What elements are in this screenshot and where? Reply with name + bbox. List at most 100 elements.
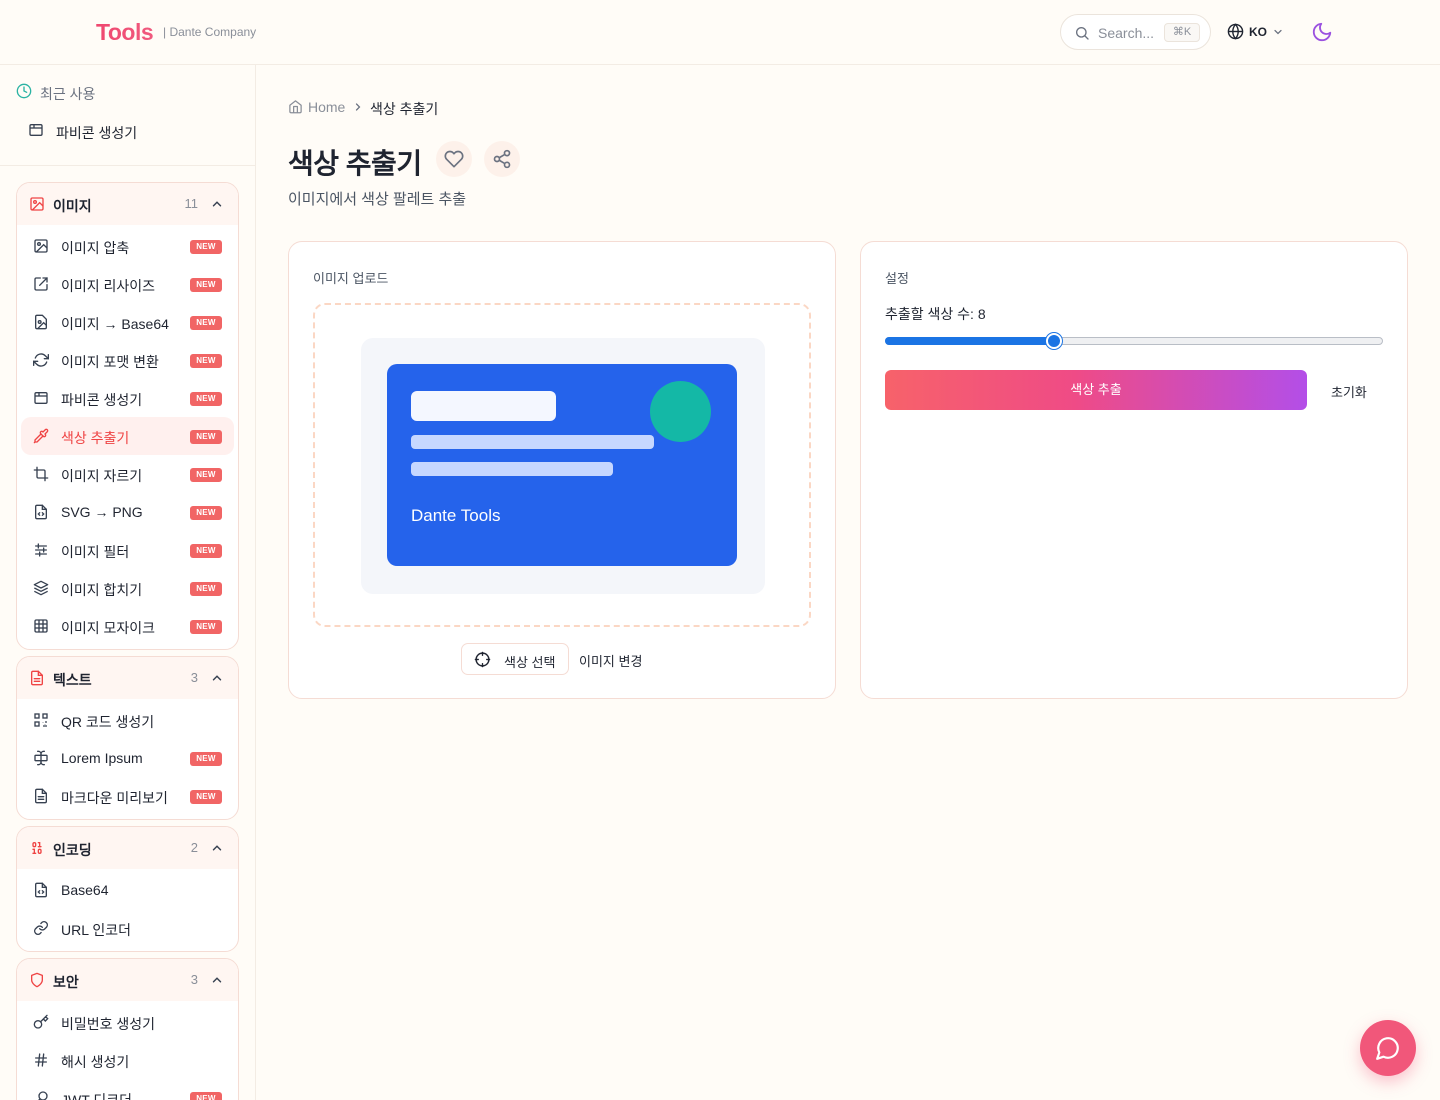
sidebar-item-qr-code[interactable]: QR 코드 생성기 bbox=[21, 701, 234, 739]
reset-button[interactable]: 초기화 bbox=[1331, 382, 1367, 401]
group-count: 3 bbox=[190, 972, 198, 987]
settings-card-title: 설정 bbox=[885, 271, 909, 286]
sidebar-item-lorem-ipsum[interactable]: Lorem Ipsum NEW bbox=[21, 739, 234, 777]
sidebar-item-image-resize[interactable]: 이미지 리사이즈 NEW bbox=[21, 265, 234, 303]
sidebar-group-image: 이미지 11 이미지 압축 NEW 이미지 리사이즈 NEW 이미지 → Bas… bbox=[16, 182, 239, 650]
sidebar-item-base64[interactable]: Base64 bbox=[21, 871, 234, 909]
shield-icon bbox=[31, 972, 43, 988]
home-icon[interactable] bbox=[288, 99, 303, 114]
sidebar-item-image-filter[interactable]: 이미지 필터 NEW bbox=[21, 531, 234, 569]
group-header-image[interactable]: 이미지 11 bbox=[17, 183, 238, 225]
chat-button[interactable] bbox=[1360, 1020, 1416, 1076]
sidebar-divider bbox=[0, 165, 255, 166]
pick-color-label: 색상 선택 bbox=[504, 655, 556, 670]
sidebar-item-label: 파비콘 생성기 bbox=[61, 392, 143, 408]
sidebar-item-image-compress[interactable]: 이미지 압축 NEW bbox=[21, 227, 234, 265]
sidebar-item-label: 비밀번호 생성기 bbox=[61, 1016, 156, 1032]
top-header: Tools | Dante Company Search... ⌘K KO bbox=[0, 0, 1440, 65]
sidebar-item-label: 이미지 리사이즈 bbox=[61, 278, 156, 294]
chevron-up-icon bbox=[212, 201, 222, 207]
new-badge: NEW bbox=[190, 240, 222, 254]
sidebar-item-favicon[interactable]: 파비콘 생성기 NEW bbox=[21, 379, 234, 417]
chevron-right-icon bbox=[355, 103, 361, 111]
heart-icon bbox=[444, 150, 464, 168]
sidebar-item-label: 해시 생성기 bbox=[61, 1054, 130, 1070]
new-badge: NEW bbox=[190, 354, 222, 368]
message-circle-icon bbox=[1376, 1037, 1399, 1060]
search-placeholder: Search... bbox=[1098, 25, 1155, 41]
color-count-slider[interactable] bbox=[885, 333, 1383, 349]
sidebar: 최근 사용 파비콘 생성기 이미지 11 이미지 압축 NEW 이미지 리사이즈… bbox=[0, 65, 256, 1100]
file-code-icon bbox=[35, 882, 47, 898]
group-name: 텍스트 bbox=[53, 672, 92, 688]
image-preview: Dante Tools bbox=[361, 338, 765, 594]
sidebar-item-image-base64[interactable]: 이미지 → Base64 NEW bbox=[21, 303, 234, 341]
new-badge: NEW bbox=[190, 582, 222, 596]
group-count: 2 bbox=[190, 840, 198, 855]
slider-thumb[interactable] bbox=[1045, 333, 1062, 349]
share-button[interactable] bbox=[484, 141, 520, 177]
crosshair-icon bbox=[474, 651, 491, 668]
hash-icon bbox=[35, 1053, 47, 1067]
share-icon bbox=[493, 149, 511, 169]
sidebar-item-label: 마크다운 미리보기 bbox=[61, 790, 168, 806]
sidebar-item-svg-png[interactable]: SVG → PNG NEW bbox=[21, 493, 234, 531]
recent-label: 최근 사용 bbox=[40, 86, 96, 102]
image-compress-icon bbox=[34, 239, 48, 253]
recent-item-label: 파비콘 생성기 bbox=[56, 125, 138, 141]
change-image-button[interactable]: 이미지 변경 bbox=[579, 651, 642, 670]
upload-card-title: 이미지 업로드 bbox=[313, 271, 389, 286]
sidebar-item-label: 이미지 모자이크 bbox=[61, 620, 156, 636]
new-badge: NEW bbox=[190, 468, 222, 482]
sidebar-item-color-extractor[interactable]: 색상 추출기 NEW bbox=[21, 417, 234, 455]
new-badge: NEW bbox=[190, 506, 222, 520]
qr-code-icon bbox=[34, 713, 48, 727]
sidebar-item-label: 색상 추출기 bbox=[61, 430, 130, 446]
sidebar-item-markdown-preview[interactable]: 마크다운 미리보기 NEW bbox=[21, 777, 234, 815]
sidebar-item-label: 이미지 포맷 변환 bbox=[61, 354, 159, 370]
sidebar-item-label: 이미지 합치기 bbox=[61, 582, 143, 598]
new-badge: NEW bbox=[190, 752, 222, 766]
moon-icon[interactable] bbox=[1311, 21, 1333, 43]
sidebar-item-image-merge[interactable]: 이미지 합치기 NEW bbox=[21, 569, 234, 607]
new-badge: NEW bbox=[190, 544, 222, 558]
sidebar-item-label: 이미지 → Base64 bbox=[61, 316, 169, 332]
sidebar-item-label: QR 코드 생성기 bbox=[61, 714, 155, 730]
settings-card: 설정 추출할 색상 수: 8 색상 추출 초기화 bbox=[860, 241, 1408, 699]
page-title: 색상 추출기 bbox=[288, 148, 422, 179]
sidebar-item-label: JWT 디코더 bbox=[61, 1092, 133, 1100]
file-code-icon bbox=[35, 504, 47, 520]
key-round-icon bbox=[38, 1091, 48, 1100]
pipette-icon bbox=[33, 428, 49, 444]
breadcrumb-home[interactable]: Home bbox=[308, 99, 345, 115]
sidebar-item-url-encoder[interactable]: URL 인코더 bbox=[21, 909, 234, 947]
new-badge: NEW bbox=[190, 790, 222, 804]
extract-colors-button[interactable]: 색상 추출 bbox=[885, 370, 1307, 410]
sidebar-item-format-convert[interactable]: 이미지 포맷 변환 NEW bbox=[21, 341, 234, 379]
text-cursor-icon bbox=[34, 750, 48, 766]
preview-line bbox=[411, 435, 654, 449]
link-icon bbox=[34, 921, 48, 935]
preview-image-card: Dante Tools bbox=[387, 364, 737, 566]
group-header-security[interactable]: 보안 3 bbox=[17, 959, 238, 1001]
pick-color-button[interactable]: 색상 선택 bbox=[461, 643, 569, 675]
group-header-encoding[interactable]: 인코딩 2 bbox=[17, 827, 238, 869]
sidebar-item-label: URL 인코더 bbox=[61, 922, 132, 938]
favorite-button[interactable] bbox=[436, 141, 472, 177]
sidebar-item-password-generator[interactable]: 비밀번호 생성기 bbox=[21, 1003, 234, 1041]
chevron-up-icon bbox=[212, 675, 222, 681]
sidebar-item-hash-generator[interactable]: 해시 생성기 bbox=[21, 1041, 234, 1079]
upload-card: 이미지 업로드 Dante Tools 색상 선택 이미지 변경 bbox=[288, 241, 836, 699]
group-header-text[interactable]: 텍스트 3 bbox=[17, 657, 238, 699]
search-box[interactable]: Search... ⌘K bbox=[1060, 14, 1211, 50]
refresh-icon bbox=[33, 353, 49, 367]
sidebar-item-image-mosaic[interactable]: 이미지 모자이크 NEW bbox=[21, 607, 234, 645]
sidebar-item-jwt-decoder[interactable]: JWT 디코더 NEW bbox=[21, 1079, 234, 1100]
brand-logo[interactable]: Tools bbox=[96, 19, 154, 46]
chevron-up-icon bbox=[212, 845, 222, 851]
file-text-icon bbox=[35, 788, 47, 804]
group-name: 이미지 bbox=[53, 198, 92, 214]
sidebar-item-image-crop[interactable]: 이미지 자르기 NEW bbox=[21, 455, 234, 493]
image-dropzone[interactable]: Dante Tools bbox=[313, 303, 811, 627]
new-badge: NEW bbox=[190, 430, 222, 444]
